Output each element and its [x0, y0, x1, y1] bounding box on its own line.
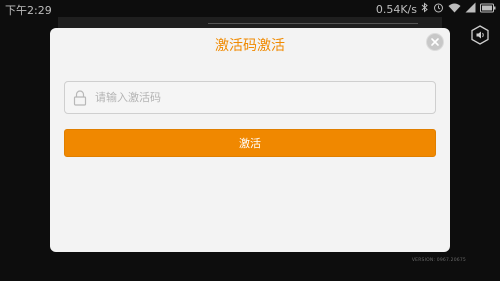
version-label: VERSION: 0967.20675	[411, 258, 466, 263]
speaker-icon	[471, 25, 489, 45]
status-bar: 下午2:29 0.54K/s	[0, 0, 500, 18]
status-time: 下午2:29	[5, 4, 52, 17]
wifi-icon	[448, 2, 461, 16]
activation-code-field[interactable]	[64, 81, 436, 114]
alarm-icon	[433, 2, 444, 16]
bluetooth-icon	[421, 2, 429, 16]
sound-button[interactable]	[470, 25, 490, 45]
dialog-title: 激活码激活	[215, 38, 285, 54]
lock-icon	[73, 90, 87, 106]
activation-dialog: 激活码激活 激活	[50, 28, 450, 252]
network-speed: 0.54K/s	[375, 2, 417, 16]
close-button[interactable]	[426, 33, 444, 51]
app-screen: 下午2:29 0.54K/s VERSION: 0967.20675 激活码激活…	[0, 0, 500, 281]
activation-code-input[interactable]	[95, 82, 425, 113]
battery-icon	[480, 3, 496, 16]
signal-icon	[465, 2, 476, 16]
status-right-group: 0.54K/s	[376, 2, 496, 16]
close-icon	[431, 38, 439, 46]
activate-button[interactable]: 激活	[64, 129, 436, 157]
background-divider	[208, 23, 418, 24]
